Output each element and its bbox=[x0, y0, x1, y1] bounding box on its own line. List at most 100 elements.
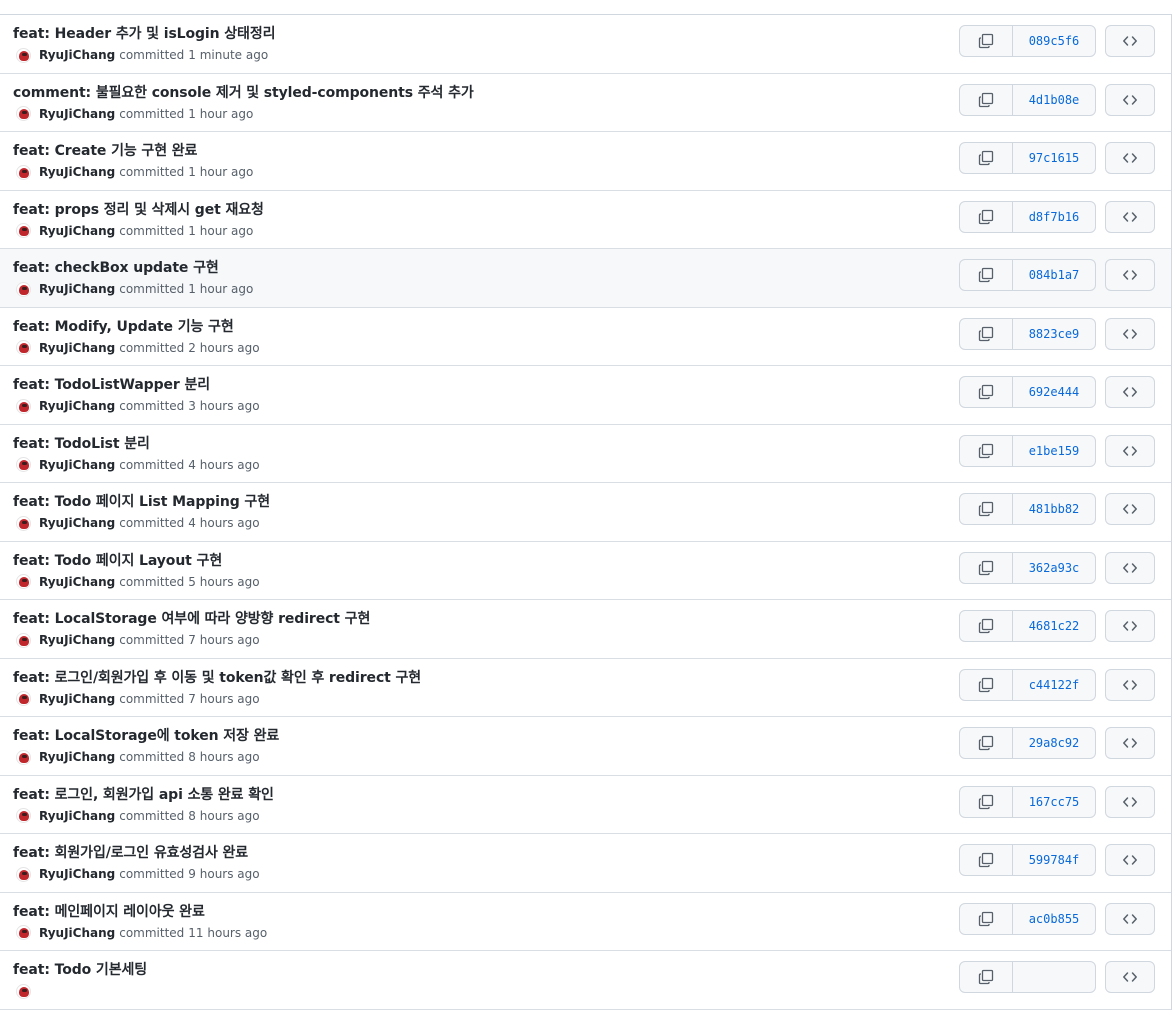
browse-repo-button[interactable] bbox=[1105, 376, 1155, 408]
author-avatar[interactable] bbox=[16, 632, 31, 648]
copy-sha-button[interactable] bbox=[960, 318, 1013, 349]
author-avatar[interactable] bbox=[16, 457, 31, 472]
copy-sha-button[interactable] bbox=[960, 728, 1013, 758]
commit-title[interactable]: feat: Todo 페이지 Layout 구현 bbox=[13, 550, 222, 570]
copy-sha-button[interactable] bbox=[960, 494, 1013, 524]
commit-author[interactable]: RyuJiChang bbox=[39, 867, 115, 881]
commit-sha-link[interactable]: 084b1a7 bbox=[1013, 260, 1095, 290]
author-avatar[interactable] bbox=[16, 749, 31, 765]
commit-sha-link[interactable]: 4681c22 bbox=[1013, 611, 1095, 641]
browse-repo-button[interactable] bbox=[1105, 25, 1155, 57]
commit-sha-link[interactable]: 4d1b08e bbox=[1013, 85, 1095, 115]
commit-sha-link[interactable] bbox=[1013, 962, 1095, 992]
commit-author[interactable]: RyuJiChang bbox=[39, 692, 115, 706]
browse-repo-button[interactable] bbox=[1105, 785, 1155, 818]
browse-repo-button[interactable] bbox=[1105, 83, 1155, 116]
browse-repo-button[interactable] bbox=[1105, 259, 1155, 291]
copy-sha-button[interactable] bbox=[960, 845, 1013, 875]
commit-author[interactable]: RyuJiChang bbox=[39, 341, 115, 355]
author-avatar[interactable] bbox=[16, 983, 31, 999]
copy-sha-button[interactable] bbox=[960, 435, 1013, 466]
commit-author[interactable]: RyuJiChang bbox=[39, 458, 115, 472]
copy-sha-button[interactable] bbox=[960, 786, 1013, 817]
commit-author[interactable]: RyuJiChang bbox=[39, 926, 115, 940]
commit-sha-link[interactable]: 599784f bbox=[1013, 845, 1095, 875]
browse-repo-button[interactable] bbox=[1105, 317, 1155, 350]
commit-author[interactable]: RyuJiChang bbox=[39, 575, 115, 589]
commit-title[interactable]: feat: LocalStorage에 token 저장 완료 bbox=[13, 725, 279, 745]
commit-title[interactable]: feat: Todo 페이지 List Mapping 구현 bbox=[13, 491, 270, 511]
commit-sha-link[interactable]: 362a93c bbox=[1013, 553, 1095, 583]
author-avatar[interactable] bbox=[16, 281, 31, 297]
commit-author[interactable]: RyuJiChang bbox=[39, 516, 115, 530]
author-avatar[interactable] bbox=[16, 223, 31, 238]
browse-repo-button[interactable] bbox=[1105, 668, 1155, 701]
commit-title[interactable]: comment: 불필요한 console 제거 및 styled-compon… bbox=[13, 82, 474, 102]
commit-title[interactable]: feat: Todo 기본세팅 bbox=[13, 959, 147, 979]
browse-repo-button[interactable] bbox=[1105, 844, 1155, 876]
commit-author[interactable]: RyuJiChang bbox=[39, 399, 115, 413]
author-avatar[interactable] bbox=[16, 47, 31, 63]
copy-sha-button[interactable] bbox=[960, 611, 1013, 641]
commit-title[interactable]: feat: TodoListWapper 분리 bbox=[13, 374, 210, 394]
commit-sha-link[interactable]: 692e444 bbox=[1013, 377, 1095, 407]
commit-author[interactable]: RyuJiChang bbox=[39, 165, 115, 179]
commit-title[interactable]: feat: 로그인/회원가입 후 이동 및 token값 확인 후 redire… bbox=[13, 667, 421, 687]
commit-sha-link[interactable]: 089c5f6 bbox=[1013, 26, 1095, 56]
commit-title[interactable]: feat: LocalStorage 여부에 따라 양방향 redirect 구… bbox=[13, 608, 370, 628]
copy-sha-button[interactable] bbox=[960, 962, 1013, 992]
commit-sha-link[interactable]: 97c1615 bbox=[1013, 143, 1095, 173]
commit-author[interactable]: RyuJiChang bbox=[39, 282, 115, 296]
browse-repo-button[interactable] bbox=[1105, 610, 1155, 642]
commit-sha-link[interactable]: d8f7b16 bbox=[1013, 202, 1095, 232]
commit-author[interactable]: RyuJiChang bbox=[39, 633, 115, 647]
author-avatar[interactable] bbox=[16, 106, 31, 121]
browse-repo-button[interactable] bbox=[1105, 961, 1155, 993]
commit-title[interactable]: feat: Header 추가 및 isLogin 상태정리 bbox=[13, 23, 276, 43]
author-avatar[interactable] bbox=[16, 808, 31, 823]
commit-title[interactable]: feat: Create 기능 구현 완료 bbox=[13, 140, 197, 160]
browse-repo-button[interactable] bbox=[1105, 902, 1155, 935]
copy-sha-button[interactable] bbox=[960, 669, 1013, 700]
copy-sha-button[interactable] bbox=[960, 903, 1013, 934]
commit-author[interactable]: RyuJiChang bbox=[39, 809, 115, 823]
copy-sha-button[interactable] bbox=[960, 26, 1013, 56]
commit-sha-link[interactable]: ac0b855 bbox=[1013, 904, 1095, 934]
copy-sha-button[interactable] bbox=[960, 377, 1013, 407]
commit-author[interactable]: RyuJiChang bbox=[39, 224, 115, 238]
browse-repo-button[interactable] bbox=[1105, 551, 1155, 584]
browse-repo-button[interactable] bbox=[1105, 434, 1155, 467]
copy-sha-button[interactable] bbox=[960, 552, 1013, 583]
author-avatar[interactable] bbox=[16, 925, 31, 940]
author-avatar[interactable] bbox=[16, 691, 31, 706]
commit-title[interactable]: feat: 회원가입/로그인 유효성검사 완료 bbox=[13, 842, 248, 862]
author-avatar[interactable] bbox=[16, 515, 31, 531]
commit-author[interactable]: RyuJiChang bbox=[39, 48, 115, 62]
commit-title[interactable]: feat: checkBox update 구현 bbox=[13, 257, 219, 277]
commit-title[interactable]: feat: 로그인, 회원가입 api 소통 완료 확인 bbox=[13, 784, 274, 804]
copy-sha-button[interactable] bbox=[960, 143, 1013, 173]
browse-repo-button[interactable] bbox=[1105, 493, 1155, 525]
commit-title[interactable]: feat: TodoList 분리 bbox=[13, 433, 150, 453]
browse-repo-button[interactable] bbox=[1105, 142, 1155, 174]
commit-author[interactable]: RyuJiChang bbox=[39, 107, 115, 121]
author-avatar[interactable] bbox=[16, 574, 31, 589]
commit-sha-link[interactable]: 167cc75 bbox=[1013, 787, 1095, 817]
copy-sha-button[interactable] bbox=[960, 260, 1013, 290]
commit-title[interactable]: feat: props 정리 및 삭제시 get 재요청 bbox=[13, 199, 264, 219]
commit-sha-link[interactable]: 8823ce9 bbox=[1013, 319, 1095, 349]
commit-sha-link[interactable]: 29a8c92 bbox=[1013, 728, 1095, 758]
copy-sha-button[interactable] bbox=[960, 84, 1013, 115]
author-avatar[interactable] bbox=[16, 866, 31, 882]
author-avatar[interactable] bbox=[16, 398, 31, 414]
commit-sha-link[interactable]: 481bb82 bbox=[1013, 494, 1095, 524]
copy-sha-button[interactable] bbox=[960, 201, 1013, 232]
commit-author[interactable]: RyuJiChang bbox=[39, 750, 115, 764]
commit-title[interactable]: feat: Modify, Update 기능 구현 bbox=[13, 316, 234, 336]
author-avatar[interactable] bbox=[16, 164, 31, 180]
author-avatar[interactable] bbox=[16, 340, 31, 355]
commit-sha-link[interactable]: c44122f bbox=[1013, 670, 1095, 700]
commit-title[interactable]: feat: 메인페이지 레이아웃 완료 bbox=[13, 901, 205, 921]
browse-repo-button[interactable] bbox=[1105, 727, 1155, 759]
commit-sha-link[interactable]: e1be159 bbox=[1013, 436, 1095, 466]
